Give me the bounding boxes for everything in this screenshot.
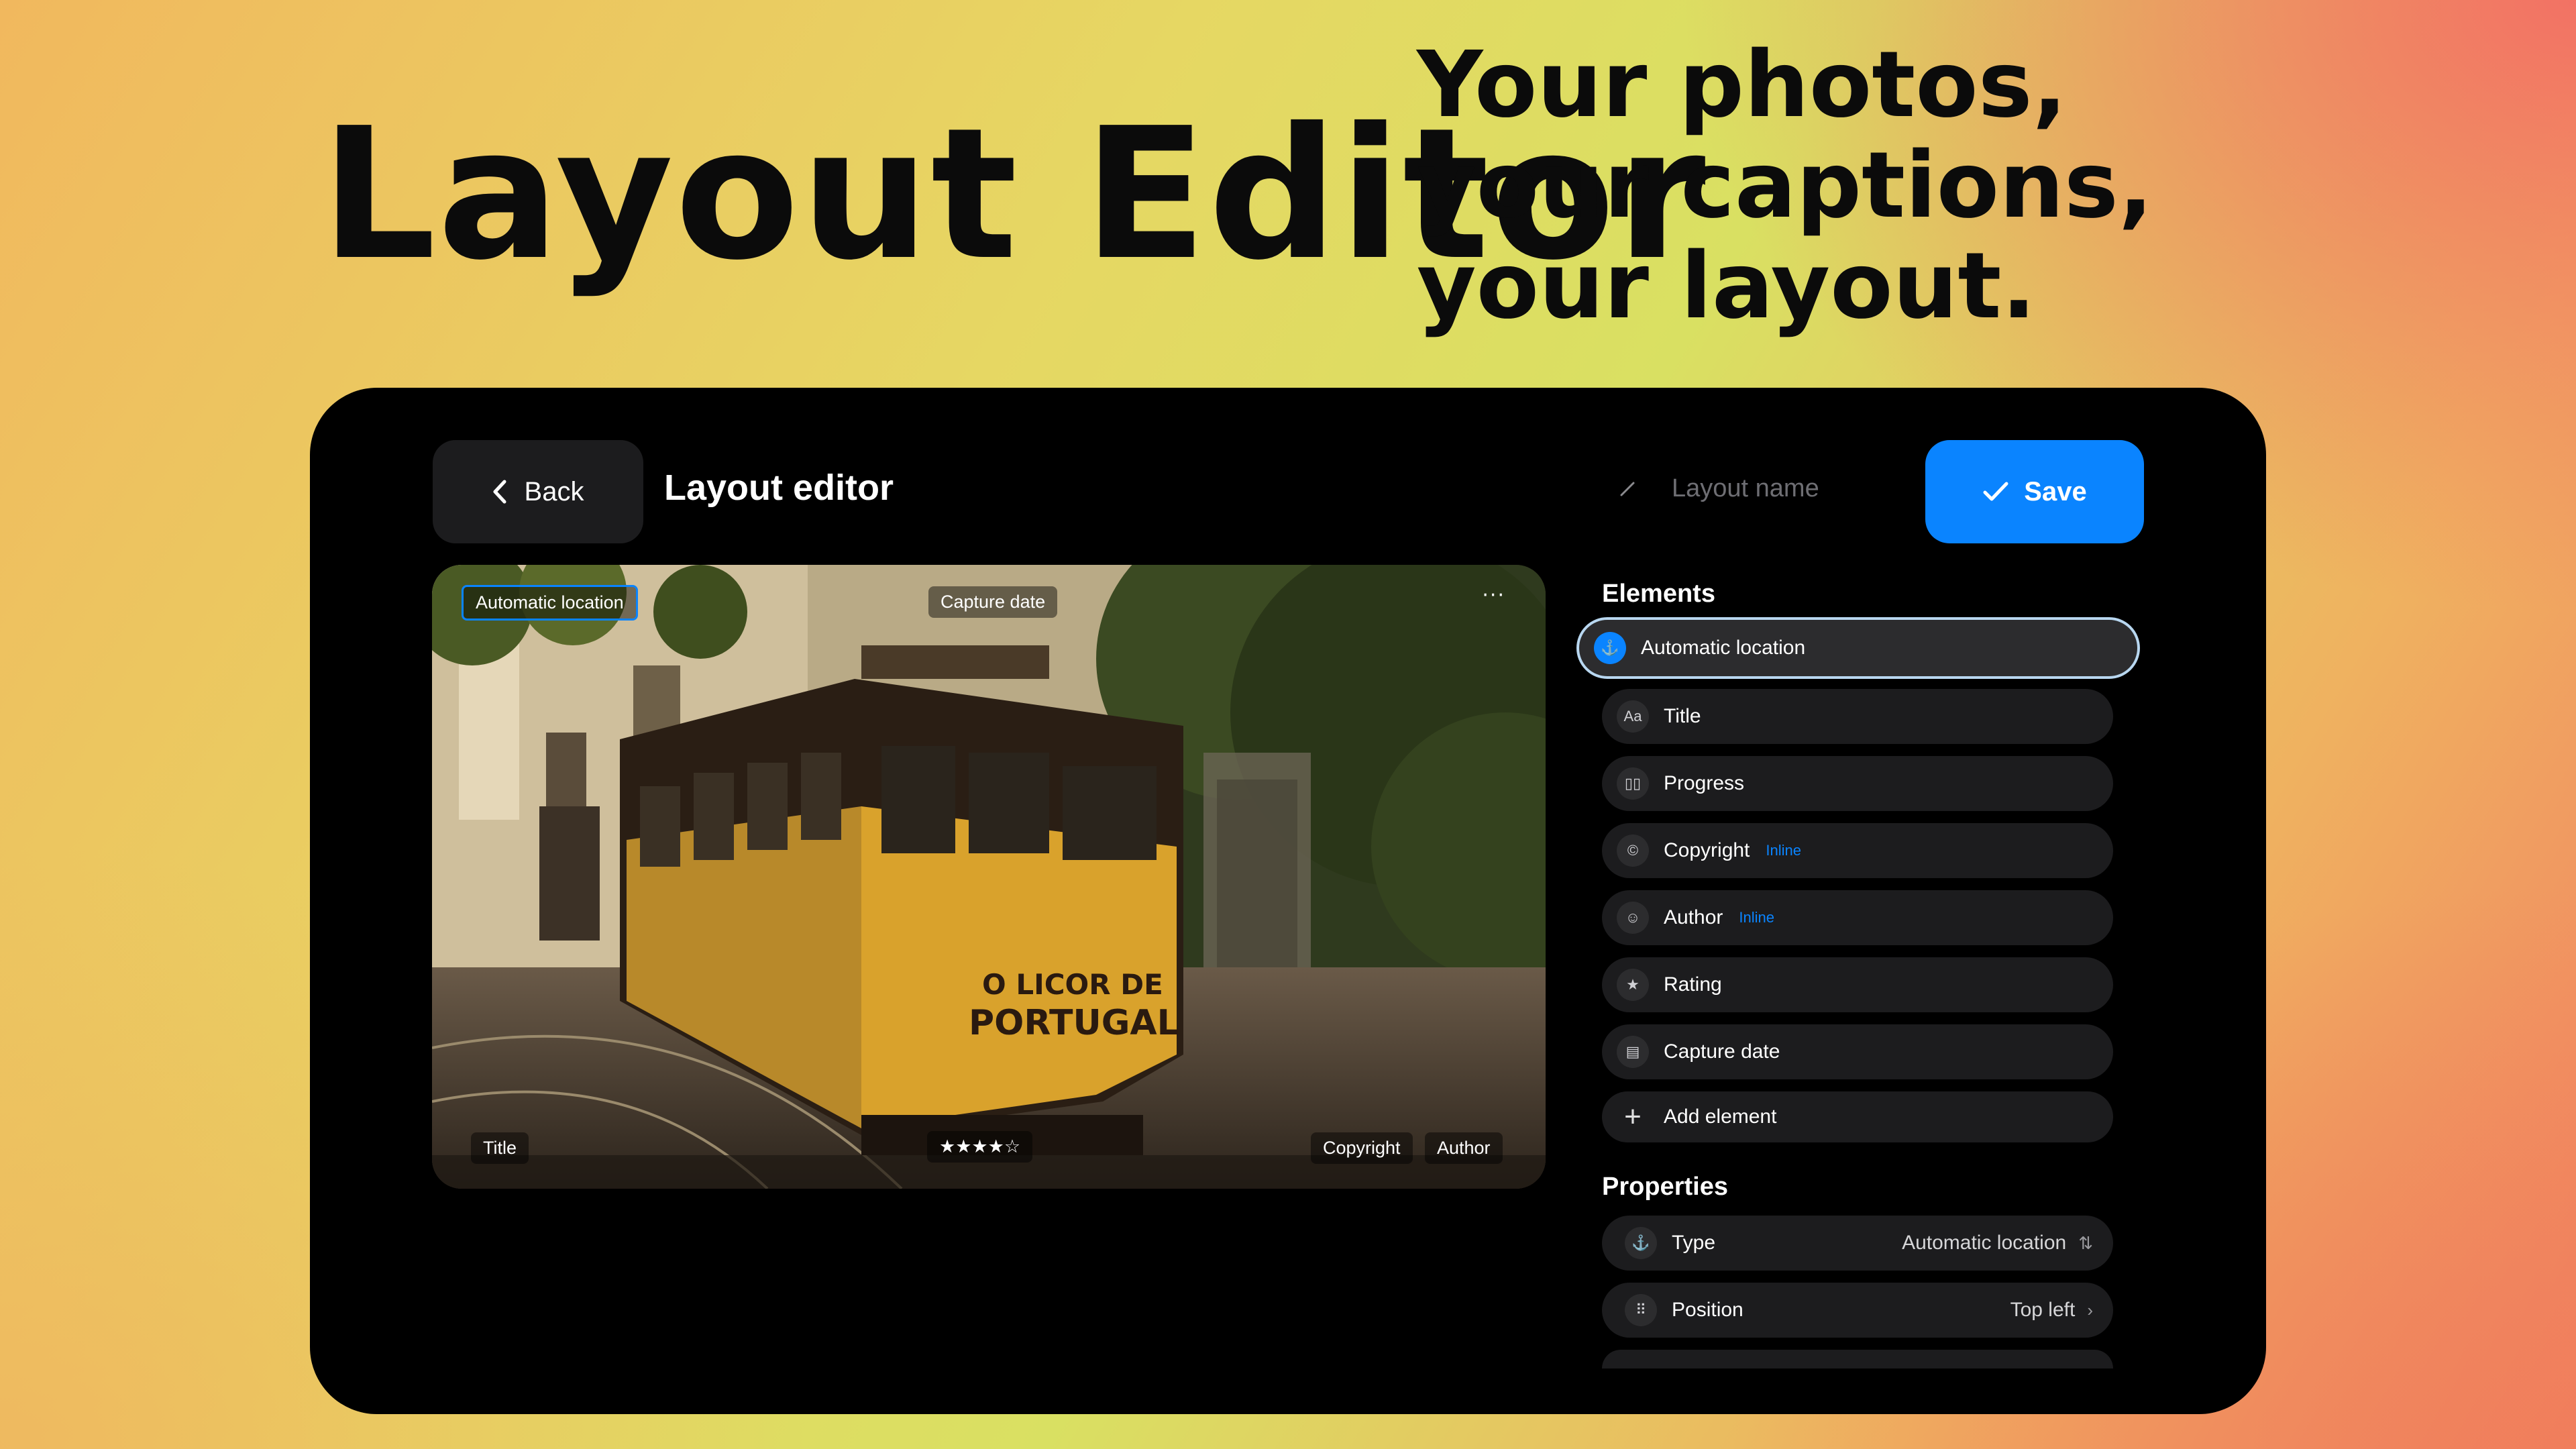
element-label: Automatic location	[1641, 637, 1806, 659]
save-button[interactable]: Save	[1925, 440, 2144, 543]
overlay-title[interactable]: Title	[471, 1132, 529, 1164]
inline-badge: Inline	[1739, 909, 1774, 926]
layout-name-field[interactable]	[1618, 474, 1874, 504]
property-label: Position	[1672, 1299, 1743, 1321]
element-rating[interactable]: ★ Rating	[1602, 957, 2113, 1012]
tagline-line: Your photos,	[1417, 32, 2068, 138]
overlay-copyright[interactable]: Copyright	[1311, 1132, 1413, 1164]
back-label: Back	[524, 476, 584, 506]
copyright-icon: ©	[1617, 835, 1649, 867]
location-pin-icon: ⚓	[1594, 632, 1626, 664]
tagline: Your photos, your captions, your layout.	[1417, 35, 2153, 337]
text-aa-icon: Aa	[1617, 700, 1649, 733]
star-icon: ★	[1617, 969, 1649, 1001]
element-label: Rating	[1664, 973, 1722, 996]
person-circle-icon: ☺	[1617, 902, 1649, 934]
properties-heading: Properties	[1602, 1173, 1728, 1201]
element-label: Copyright	[1664, 839, 1750, 861]
svg-text:O LICOR DE: O LICOR DE	[982, 968, 1163, 1001]
property-position[interactable]: ⠿ Position Top left ›	[1602, 1283, 2113, 1338]
save-label: Save	[2024, 476, 2087, 506]
element-label: Progress	[1664, 772, 1745, 794]
property-type[interactable]: ⚓ Type Automatic location ⇅	[1602, 1216, 2113, 1271]
overlay-capture-date[interactable]: Capture date	[928, 586, 1058, 618]
calendar-icon: ▤	[1617, 1036, 1649, 1068]
element-label: Author	[1664, 906, 1723, 928]
svg-text:PORTUGAL: PORTUGAL	[969, 1003, 1179, 1043]
property-label: Type	[1672, 1232, 1716, 1254]
element-author[interactable]: ☺ Author Inline	[1602, 890, 2113, 945]
chevron-updown-icon: ⇅	[2078, 1232, 2093, 1253]
tagline-line: your layout.	[1417, 233, 2037, 339]
overlay-automatic-location[interactable]: Automatic location	[462, 585, 638, 621]
chevron-left-icon	[493, 480, 506, 504]
overlay-rating[interactable]: ★★★★☆	[927, 1131, 1033, 1163]
property-value: Top left	[2010, 1299, 2076, 1321]
inline-badge: Inline	[1766, 842, 1801, 859]
photo-preview[interactable]: O LICOR DE PORTUGAL Automatic location C…	[432, 565, 1546, 1189]
more-options-icon[interactable]: ···	[1482, 584, 1505, 607]
progress-bars-icon: ▯▯	[1617, 767, 1649, 800]
element-capture-date[interactable]: ▤ Capture date	[1602, 1024, 2113, 1079]
location-pin-icon: ⚓	[1625, 1227, 1657, 1259]
checkmark-icon	[1983, 482, 2008, 501]
pencil-icon	[1620, 482, 1635, 496]
element-title[interactable]: Aa Title	[1602, 689, 2113, 744]
element-automatic-location[interactable]: ⚓ Automatic location	[1576, 617, 2140, 679]
element-copyright[interactable]: © Copyright Inline	[1602, 823, 2113, 878]
element-label: Title	[1664, 705, 1701, 727]
layout-name-input[interactable]	[1670, 474, 1874, 504]
plus-icon: +	[1624, 1100, 1642, 1133]
device-frame: Back Layout editor Save	[310, 388, 2266, 1414]
add-element-button[interactable]: + Add element	[1602, 1091, 2113, 1142]
back-button[interactable]: Back	[433, 440, 643, 543]
property-row-partial[interactable]	[1602, 1350, 2113, 1368]
overlay-author[interactable]: Author	[1425, 1132, 1503, 1164]
element-progress[interactable]: ▯▯ Progress	[1602, 756, 2113, 811]
grid-dots-icon: ⠿	[1625, 1294, 1657, 1326]
tagline-line: your captions,	[1417, 133, 2153, 239]
elements-heading: Elements	[1602, 580, 1715, 608]
add-element-label: Add element	[1664, 1106, 1777, 1128]
property-value: Automatic location	[1902, 1232, 2067, 1254]
tram-photo: O LICOR DE PORTUGAL	[432, 565, 1546, 1189]
page-title: Layout editor	[664, 468, 894, 508]
chevron-right-icon: ›	[2087, 1299, 2093, 1320]
element-label: Capture date	[1664, 1040, 1780, 1063]
